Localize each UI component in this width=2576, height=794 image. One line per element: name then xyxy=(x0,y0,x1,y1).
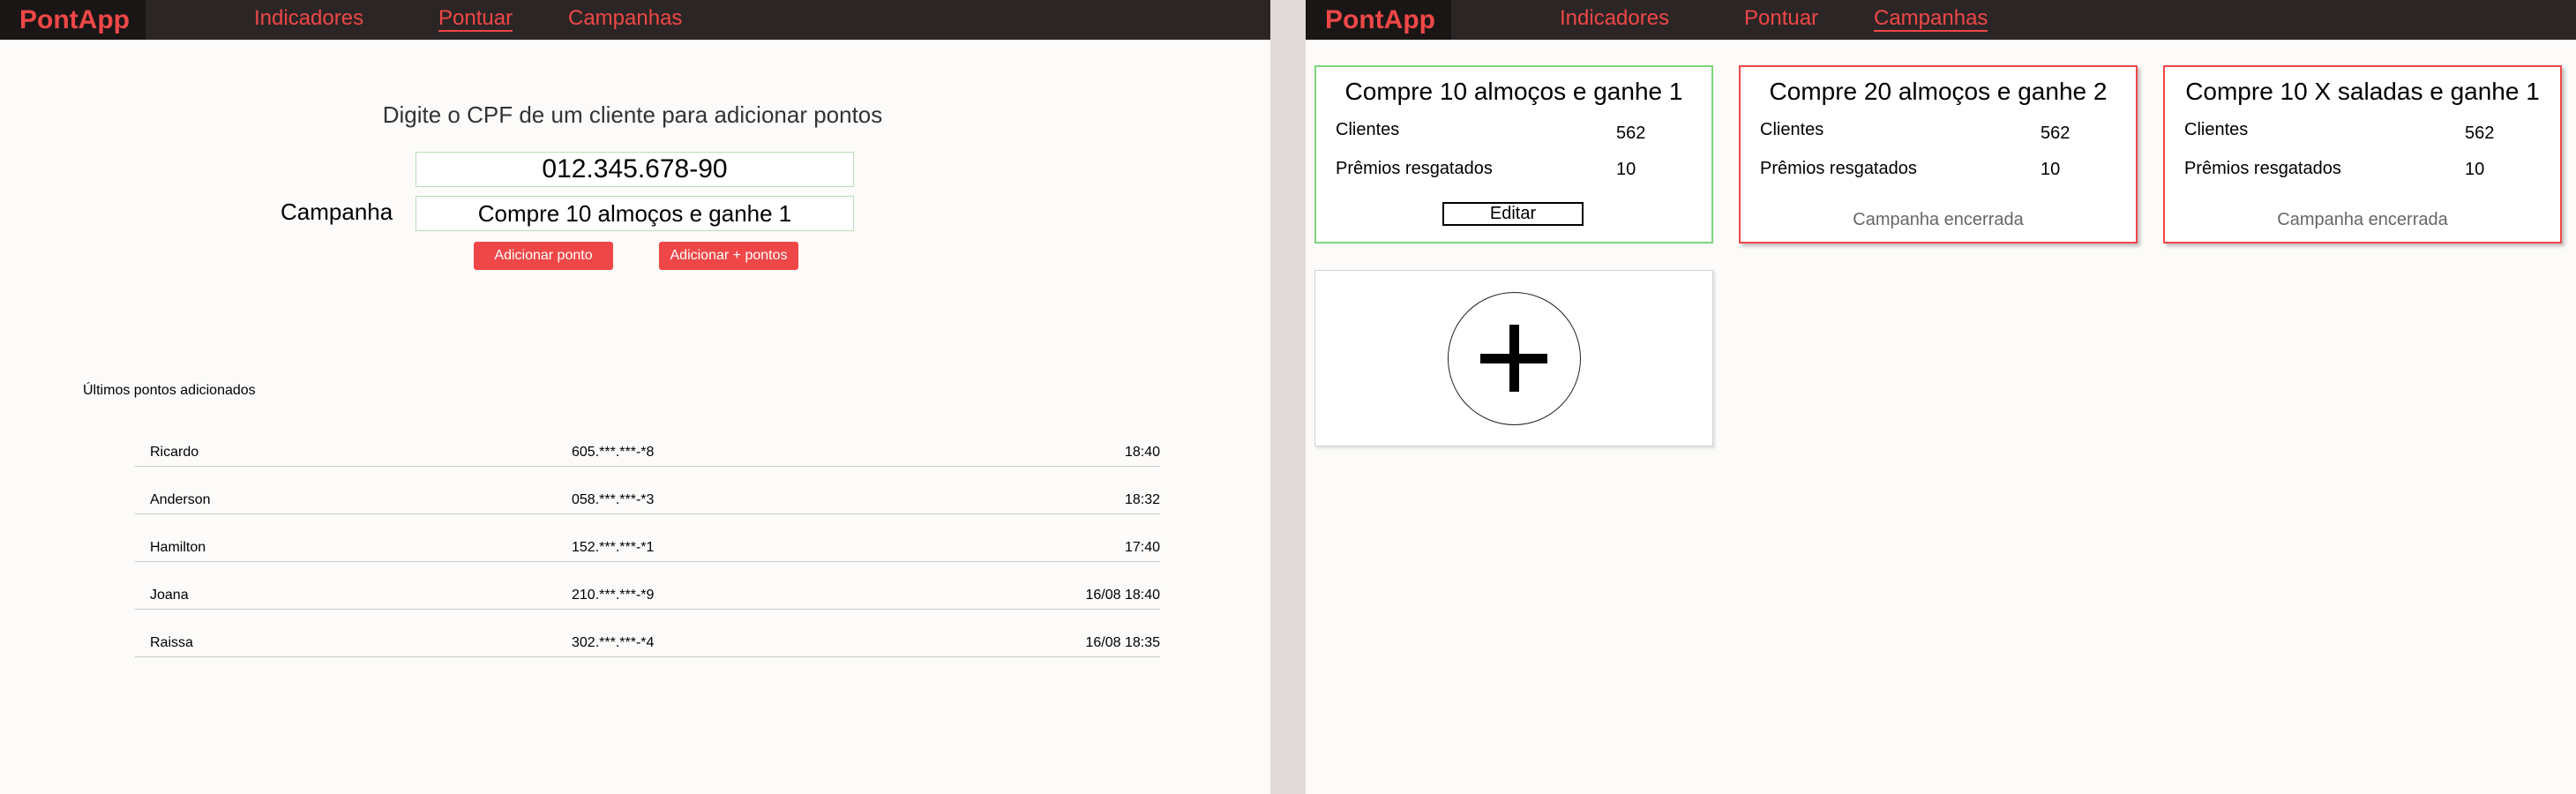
recent-time: 18:32 xyxy=(1124,492,1160,507)
campaign-ended-status: Campanha encerrada xyxy=(2277,210,2448,229)
recent-row: Raissa 302.***.***-*4 16/08 18:35 xyxy=(135,610,1160,657)
recent-cpf: 210.***.***-*9 xyxy=(572,588,655,603)
app-logo[interactable]: PontApp xyxy=(1306,0,1451,40)
recent-row: Anderson 058.***.***-*3 18:32 xyxy=(135,467,1160,514)
campaign-label: Campanha xyxy=(281,198,393,225)
campanhas-screen: PontApp Indicadores Pontuar Campanhas Co… xyxy=(1306,0,2576,794)
campaign-card[interactable]: Compre 10 X saladas e ganhe 1 Clientes 5… xyxy=(2163,65,2562,243)
recent-row: Ricardo 605.***.***-*8 18:40 xyxy=(135,419,1160,467)
prizes-count: 10 xyxy=(2465,160,2485,179)
nav-pontuar[interactable]: Pontuar xyxy=(438,0,513,32)
recent-points-title: Últimos pontos adicionados xyxy=(83,383,256,398)
plus-icon[interactable] xyxy=(1448,292,1581,425)
add-point-button[interactable]: Adicionar ponto xyxy=(474,242,613,270)
clients-label: Clientes xyxy=(1760,120,1824,139)
campaign-ended-status: Campanha encerrada xyxy=(1853,210,2024,229)
recent-cpf: 058.***.***-*3 xyxy=(572,492,655,507)
cpf-heading: Digite o CPF de um cliente para adiciona… xyxy=(382,101,883,128)
prizes-label: Prêmios resgatados xyxy=(1760,159,1917,178)
prizes-label: Prêmios resgatados xyxy=(2184,159,2341,178)
clients-label: Clientes xyxy=(2184,120,2249,139)
recent-cpf: 302.***.***-*4 xyxy=(572,635,655,650)
plus-icon-vertical xyxy=(1509,325,1519,392)
recent-time: 18:40 xyxy=(1124,445,1160,460)
recent-cpf: 152.***.***-*1 xyxy=(572,540,655,555)
recent-name: Anderson xyxy=(150,492,211,507)
recent-cpf: 605.***.***-*8 xyxy=(572,445,655,460)
prizes-count: 10 xyxy=(1616,160,1636,179)
recent-row: Hamilton 152.***.***-*1 17:40 xyxy=(135,514,1160,562)
recent-time: 17:40 xyxy=(1124,540,1160,555)
nav-indicadores[interactable]: Indicadores xyxy=(1560,0,1669,40)
add-more-points-button[interactable]: Adicionar + pontos xyxy=(659,242,798,270)
navbar: PontApp Indicadores Pontuar Campanhas xyxy=(0,0,1270,40)
nav-indicadores[interactable]: Indicadores xyxy=(254,0,363,40)
campaign-card[interactable]: Compre 10 almoços e ganhe 1 Clientes 562… xyxy=(1314,65,1713,243)
recent-row: Joana 210.***.***-*9 16/08 18:40 xyxy=(135,562,1160,610)
cpf-input[interactable]: 012.345.678-90 xyxy=(416,152,854,187)
clients-count: 562 xyxy=(2041,124,2071,143)
navbar: PontApp Indicadores Pontuar Campanhas xyxy=(1306,0,2576,40)
recent-time: 16/08 18:40 xyxy=(1085,588,1160,603)
app-logo[interactable]: PontApp xyxy=(0,0,146,40)
nav-campanhas[interactable]: Campanhas xyxy=(568,0,682,40)
recent-name: Raissa xyxy=(150,635,193,650)
campaign-title: Compre 10 X saladas e ganhe 1 xyxy=(2185,78,2540,105)
prizes-count: 10 xyxy=(2041,160,2061,179)
recent-name: Joana xyxy=(150,588,189,603)
nav-campanhas[interactable]: Campanhas xyxy=(1874,0,1988,32)
prizes-label: Prêmios resgatados xyxy=(1336,159,1493,178)
clients-count: 562 xyxy=(1616,124,1646,143)
edit-campaign-button[interactable]: Editar xyxy=(1442,202,1584,226)
recent-time: 16/08 18:35 xyxy=(1085,635,1160,650)
campaign-title: Compre 10 almoços e ganhe 1 xyxy=(1344,78,1683,105)
clients-count: 562 xyxy=(2465,124,2495,143)
add-campaign-card[interactable] xyxy=(1314,270,1713,446)
clients-label: Clientes xyxy=(1336,120,1400,139)
campaign-card[interactable]: Compre 20 almoços e ganhe 2 Clientes 562… xyxy=(1739,65,2138,243)
recent-name: Hamilton xyxy=(150,540,206,555)
nav-pontuar[interactable]: Pontuar xyxy=(1744,0,1818,40)
campaign-select[interactable]: Compre 10 almoços e ganhe 1 xyxy=(416,196,854,231)
campaign-title: Compre 20 almoços e ganhe 2 xyxy=(1769,78,2108,105)
pontuar-screen: PontApp Indicadores Pontuar Campanhas Di… xyxy=(0,0,1270,794)
recent-name: Ricardo xyxy=(150,445,199,460)
